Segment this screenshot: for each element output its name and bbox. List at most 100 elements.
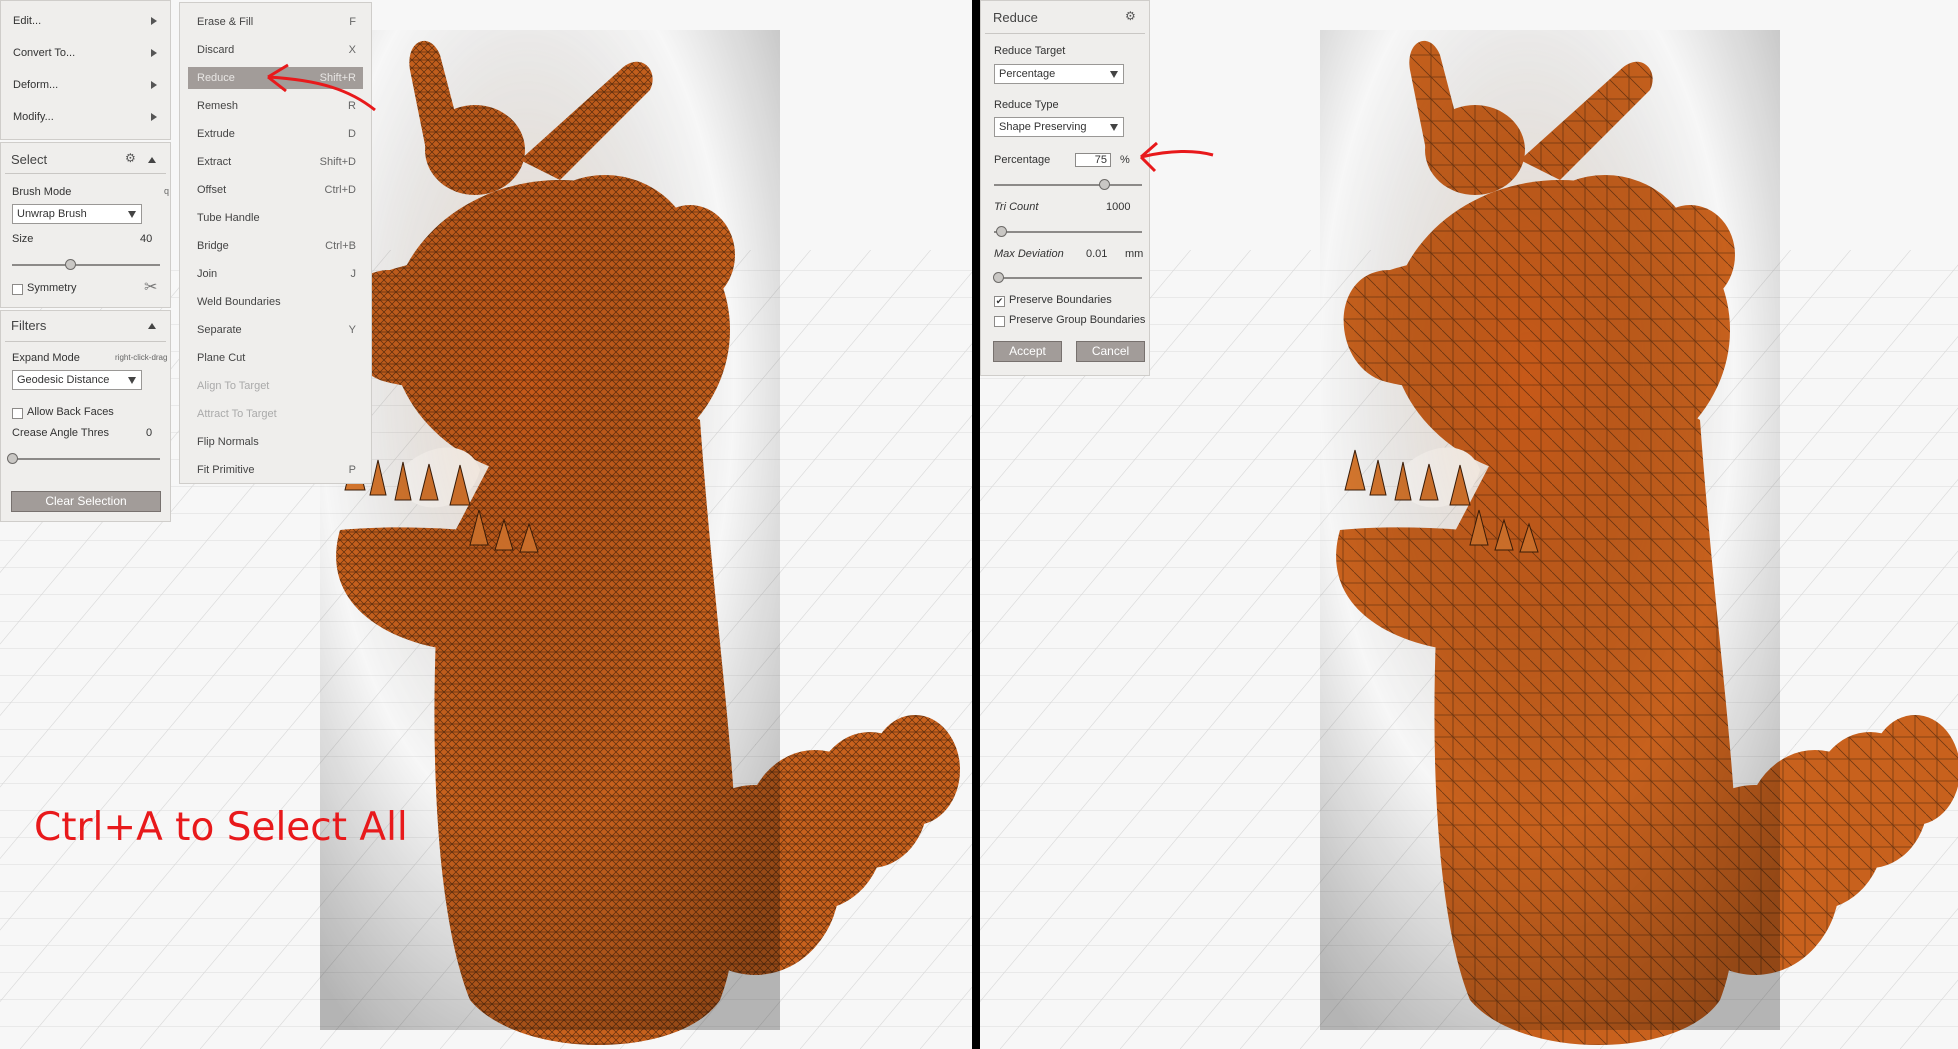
context-menu-item-shortcut: Ctrl+B bbox=[325, 240, 356, 252]
symmetry-label: Symmetry bbox=[27, 282, 77, 294]
context-menu-item-shortcut: D bbox=[348, 128, 356, 140]
reduce-type-dropdown[interactable]: Shape Preserving bbox=[994, 117, 1124, 137]
reduce-panel-title: Reduce bbox=[993, 10, 1038, 25]
dropdown-arrow-icon bbox=[128, 211, 136, 218]
context-menu-item[interactable]: Tube Handle bbox=[188, 207, 363, 229]
context-menu-item: Attract To Target bbox=[188, 403, 363, 425]
menu-convert-to[interactable]: Convert To... bbox=[1, 45, 170, 63]
crease-angle-label: Crease Angle Thres bbox=[12, 427, 110, 439]
context-menu-item-shortcut: F bbox=[349, 16, 356, 28]
reduce-target-label: Reduce Target bbox=[994, 45, 1066, 57]
clear-selection-button[interactable]: Clear Selection bbox=[11, 491, 161, 512]
chevron-right-icon bbox=[151, 81, 157, 89]
context-menu-item-label: Offset bbox=[197, 184, 227, 196]
context-menu-item-label: Erase & Fill bbox=[197, 16, 254, 28]
tools-icon[interactable]: ✂ bbox=[144, 277, 157, 297]
annotation-arrow bbox=[267, 63, 376, 112]
divider bbox=[5, 341, 166, 342]
left-viewport[interactable]: Edit... Convert To... Deform... Modify..… bbox=[0, 0, 972, 1049]
menu-modify[interactable]: Modify... bbox=[1, 109, 170, 127]
context-menu-item-label: Separate bbox=[197, 324, 242, 336]
context-menu-item[interactable]: Separate Y bbox=[188, 319, 363, 341]
max-deviation-slider-thumb[interactable] bbox=[993, 272, 1005, 283]
context-menu-item: Align To Target bbox=[188, 375, 363, 397]
context-menu-item[interactable]: Fit Primitive P bbox=[188, 459, 363, 481]
size-label: Size bbox=[12, 233, 34, 245]
menu-edit[interactable]: Edit... bbox=[1, 13, 170, 31]
context-menu-item-label: Discard bbox=[197, 44, 235, 56]
gear-icon[interactable]: ⚙ bbox=[125, 151, 136, 165]
percentage-slider-track[interactable] bbox=[994, 184, 1142, 186]
select-panel-header[interactable]: Select ⚙ bbox=[1, 150, 170, 170]
crease-slider-thumb[interactable] bbox=[7, 453, 18, 464]
context-menu-item-label: Flip Normals bbox=[197, 436, 259, 448]
context-menu-item[interactable]: Weld Boundaries bbox=[188, 291, 363, 313]
preserve-group-boundaries-checkbox[interactable] bbox=[994, 316, 1005, 327]
preserve-group-boundaries-label: Preserve Group Boundaries bbox=[1009, 314, 1146, 326]
menu-deform[interactable]: Deform... bbox=[1, 77, 170, 95]
size-slider-thumb[interactable] bbox=[64, 259, 76, 270]
allow-back-faces-checkbox[interactable] bbox=[12, 408, 23, 419]
context-menu-item-shortcut: Shift+D bbox=[319, 156, 356, 168]
context-menu-item-shortcut: Y bbox=[348, 324, 356, 336]
percentage-slider-thumb[interactable] bbox=[1098, 179, 1110, 190]
context-menu-item-label: Attract To Target bbox=[197, 408, 277, 420]
annotation-arrow bbox=[1139, 141, 1214, 173]
reduce-panel: Reduce ⚙ Reduce Target Percentage Reduce… bbox=[980, 0, 1150, 376]
symmetry-checkbox[interactable] bbox=[12, 284, 23, 295]
menu-modify-label: Modify... bbox=[13, 111, 54, 123]
tri-count-value: 1000 bbox=[1106, 201, 1131, 213]
context-menu-item-label: Fit Primitive bbox=[197, 464, 255, 476]
tri-count-label: Tri Count bbox=[994, 201, 1039, 213]
context-menu-item[interactable]: Offset Ctrl+D bbox=[188, 179, 363, 201]
crease-slider-track[interactable] bbox=[12, 458, 160, 460]
gear-icon[interactable]: ⚙ bbox=[1125, 9, 1136, 23]
context-menu-item[interactable]: Join J bbox=[188, 263, 363, 285]
divider bbox=[5, 173, 166, 174]
filters-panel-title: Filters bbox=[11, 318, 47, 333]
percentage-input[interactable]: 75 bbox=[1075, 153, 1111, 167]
dropdown-arrow-icon bbox=[1110, 71, 1118, 78]
context-menu-item-shortcut: Ctrl+D bbox=[324, 184, 356, 196]
context-menu-item-label: Reduce bbox=[197, 72, 235, 84]
size-slider-track[interactable] bbox=[12, 264, 160, 266]
expand-mode-hint: right-click-drag bbox=[115, 353, 168, 362]
tri-count-slider-track[interactable] bbox=[994, 231, 1142, 233]
collapse-icon[interactable] bbox=[148, 323, 156, 329]
brush-mode-label: Brush Mode bbox=[12, 186, 72, 198]
chevron-right-icon bbox=[151, 113, 157, 121]
context-menu-item[interactable]: Flip Normals bbox=[188, 431, 363, 453]
filters-panel-header[interactable]: Filters bbox=[1, 316, 170, 336]
right-viewport[interactable]: Reduce ⚙ Reduce Target Percentage Reduce… bbox=[980, 0, 1958, 1049]
context-menu-item[interactable]: Erase & Fill F bbox=[188, 11, 363, 33]
cancel-button[interactable]: Cancel bbox=[1076, 341, 1145, 362]
reduce-panel-header[interactable]: Reduce ⚙ bbox=[981, 8, 1149, 28]
crease-angle-value: 0 bbox=[146, 427, 153, 439]
reduce-target-dropdown[interactable]: Percentage bbox=[994, 64, 1124, 84]
accept-button[interactable]: Accept bbox=[993, 341, 1062, 362]
collapse-icon[interactable] bbox=[148, 157, 156, 163]
expand-mode-label: Expand Mode bbox=[12, 352, 80, 364]
reduce-type-value: Shape Preserving bbox=[999, 121, 1087, 133]
dropdown-arrow-icon bbox=[1110, 124, 1118, 131]
max-deviation-slider-track[interactable] bbox=[994, 277, 1142, 279]
max-deviation-value: 0.01 bbox=[1086, 248, 1108, 260]
allow-back-faces-label: Allow Back Faces bbox=[27, 406, 114, 418]
expand-mode-dropdown[interactable]: Geodesic Distance bbox=[12, 370, 142, 390]
max-deviation-label: Max Deviation bbox=[994, 248, 1064, 260]
context-menu-item[interactable]: Bridge Ctrl+B bbox=[188, 235, 363, 257]
context-menu-item-label: Remesh bbox=[197, 100, 238, 112]
context-menu-item-label: Align To Target bbox=[197, 380, 270, 392]
preserve-boundaries-label: Preserve Boundaries bbox=[1009, 294, 1112, 306]
brush-mode-dropdown[interactable]: Unwrap Brush bbox=[12, 204, 142, 224]
context-menu-item[interactable]: Extrude D bbox=[188, 123, 363, 145]
max-deviation-unit: mm bbox=[1125, 248, 1144, 260]
context-menu-item[interactable]: Extract Shift+D bbox=[188, 151, 363, 173]
tri-count-slider-thumb[interactable] bbox=[996, 226, 1008, 237]
preserve-boundaries-checkbox[interactable]: ✔ bbox=[994, 296, 1005, 307]
context-menu-item-label: Join bbox=[197, 268, 218, 280]
context-menu-item-label: Plane Cut bbox=[197, 352, 246, 364]
brush-mode-hotkey: q bbox=[164, 186, 170, 196]
menu-edit-label: Edit... bbox=[13, 15, 42, 27]
context-menu-item[interactable]: Plane Cut bbox=[188, 347, 363, 369]
